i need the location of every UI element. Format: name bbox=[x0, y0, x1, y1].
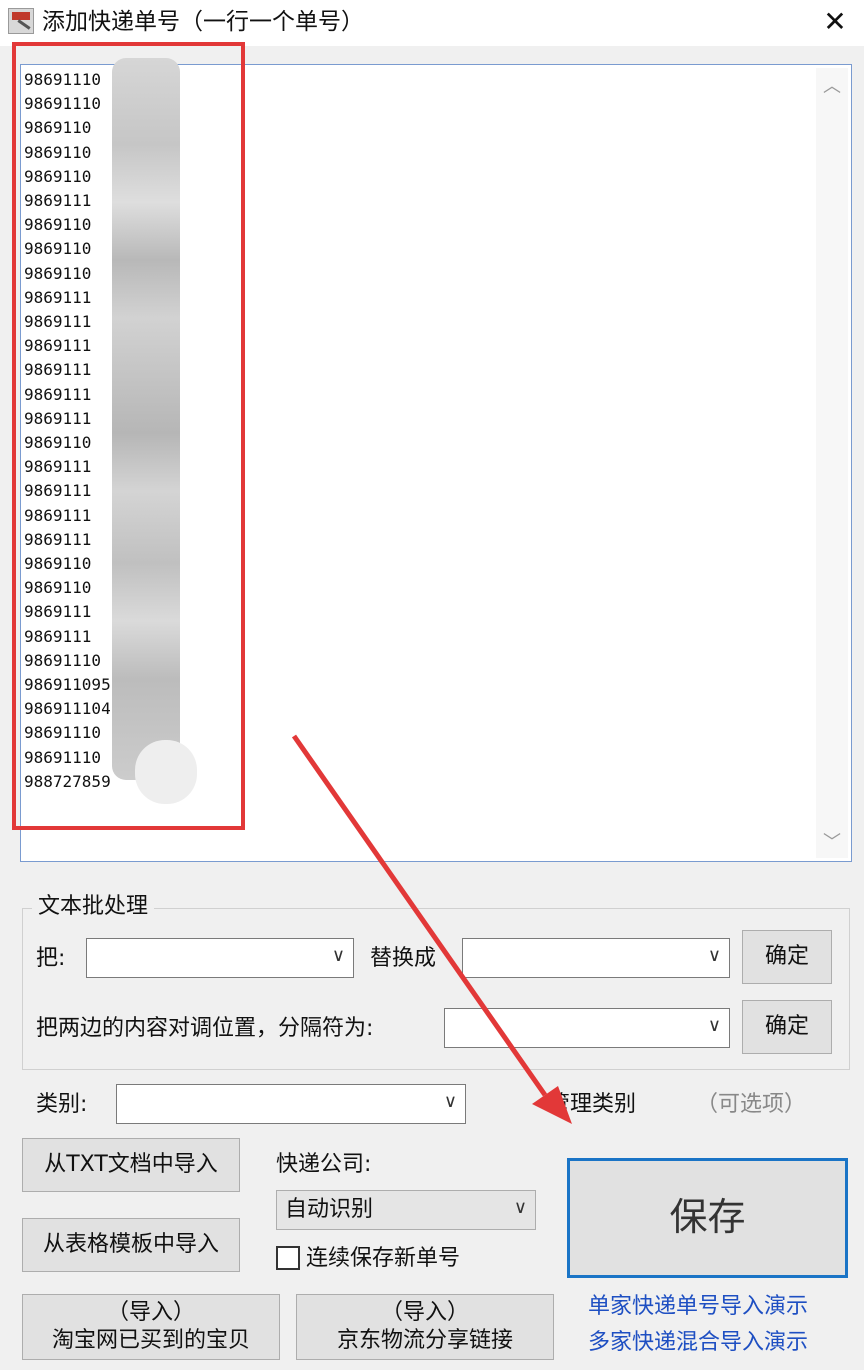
red-arrow-shaft bbox=[291, 734, 548, 1097]
red-arrow-annotation bbox=[291, 734, 572, 1124]
red-arrow-head bbox=[532, 1086, 572, 1124]
